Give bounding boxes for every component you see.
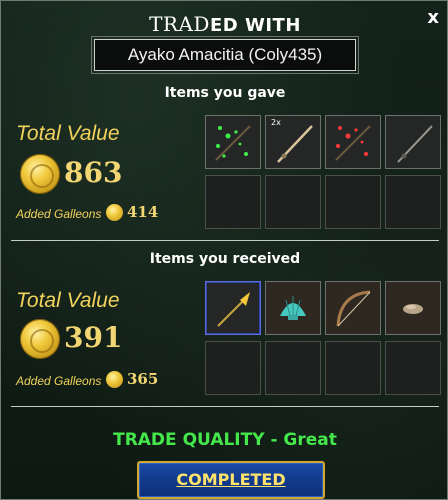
gave-galleons-label: Added Galleons (16, 207, 102, 221)
section-divider (11, 406, 439, 407)
trade-quality: TRADE QUALITY - Great (113, 430, 337, 450)
received-slot-empty[interactable] (325, 341, 381, 395)
trade-window: TRADED WITH x Ayako Amacitia (Coly435) I… (0, 0, 448, 500)
fishing-rod-icon (277, 125, 313, 163)
completed-button[interactable]: COMPLETED (137, 461, 325, 499)
received-total-value: 391 (64, 321, 123, 354)
partner-name: Ayako Amacitia (Coly435) (91, 36, 359, 74)
gave-slot-2[interactable]: 2x (265, 115, 321, 169)
received-total-label: Total Value (16, 289, 120, 312)
bow-icon (336, 290, 371, 327)
received-slot-4[interactable] (385, 281, 441, 335)
received-slot-3[interactable] (325, 281, 381, 335)
gave-galleons-value: 414 (127, 203, 159, 221)
received-slot-empty[interactable] (205, 341, 261, 395)
stone-icon (403, 304, 423, 314)
gave-slot-empty[interactable] (385, 175, 441, 229)
received-heading: Items you received (149, 251, 301, 267)
received-slot-1[interactable] (205, 281, 261, 335)
received-slot-empty[interactable] (265, 341, 321, 395)
received-slot-2[interactable] (265, 281, 321, 335)
gave-slot-empty[interactable] (265, 175, 321, 229)
title-suffix: ED WITH (209, 15, 301, 36)
dark-rod-icon (397, 125, 433, 163)
close-icon[interactable]: x (427, 7, 439, 28)
gave-total-label: Total Value (16, 122, 120, 145)
gave-slot-empty[interactable] (325, 175, 381, 229)
galleon-coin-small-icon (106, 204, 123, 221)
section-divider (11, 240, 439, 241)
golden-spear-icon (217, 292, 250, 327)
received-galleons-value: 365 (127, 370, 159, 388)
gave-slot-4[interactable] (385, 115, 441, 169)
green-sparkle-staff-icon (215, 125, 251, 161)
received-galleons-label: Added Galleons (16, 374, 102, 388)
galleon-coin-icon (20, 154, 60, 194)
seashell-icon (280, 296, 306, 320)
gave-total-value: 863 (64, 156, 123, 189)
window-title: TRADED WITH (1, 12, 448, 36)
galleon-coin-small-icon (106, 371, 123, 388)
gave-slot-3[interactable] (325, 115, 381, 169)
galleon-coin-icon (20, 319, 60, 359)
gave-heading: Items you gave (164, 85, 286, 101)
title-prefix: TRAD (149, 12, 210, 36)
red-sparkle-staff-icon (335, 125, 371, 161)
gave-slot-1[interactable] (205, 115, 261, 169)
received-slot-empty[interactable] (385, 341, 441, 395)
gave-slot-empty[interactable] (205, 175, 261, 229)
